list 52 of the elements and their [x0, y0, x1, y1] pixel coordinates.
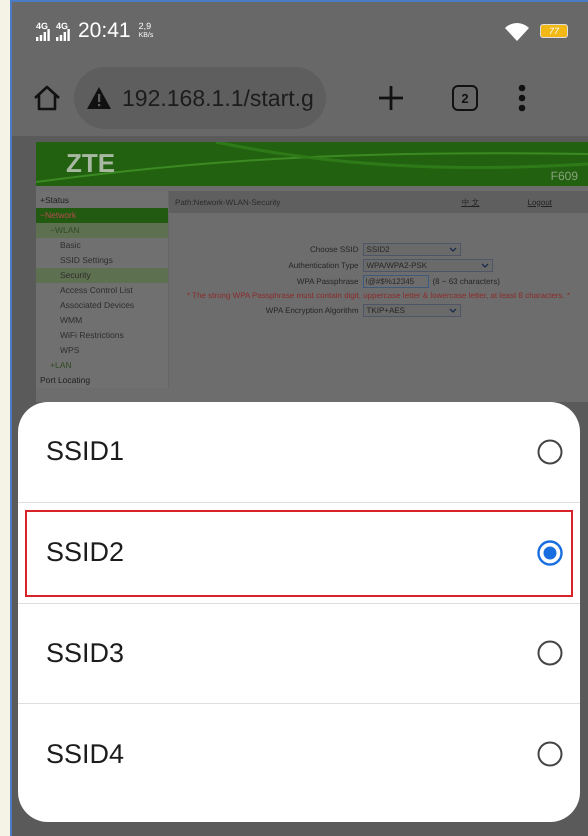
sidebar-item[interactable]: +LAN: [36, 358, 168, 373]
radio-icon[interactable]: [536, 639, 564, 668]
url-text: 192.168.1.1/start.g: [122, 84, 314, 112]
passphrase-field[interactable]: !@#$%12345: [362, 275, 428, 288]
sidebar-item[interactable]: Associated Devices: [36, 298, 168, 313]
language-link[interactable]: 中 文: [461, 196, 480, 208]
sidebar-item[interactable]: WPS: [36, 343, 168, 358]
dropdown-field[interactable]: TKIP+AES: [362, 304, 460, 317]
network-type-label: 4G: [36, 22, 48, 30]
ssid-option[interactable]: SSID4: [18, 704, 580, 822]
signal-icon: [36, 28, 50, 40]
sidebar-item[interactable]: SSID Settings: [36, 253, 168, 268]
radio-icon[interactable]: [536, 740, 564, 768]
brand-logo-text: ZTE: [66, 148, 116, 179]
speed-value: 2,9: [138, 22, 152, 32]
sidebar-item[interactable]: Basic: [36, 238, 168, 253]
logout-link[interactable]: Logout: [528, 198, 552, 206]
radio-icon[interactable]: [536, 438, 564, 466]
sidebar-item[interactable]: −Network: [36, 208, 168, 223]
signal-icon: [56, 28, 70, 40]
field-hint: (8 ~ 63 characters): [432, 277, 500, 286]
chevron-icon: [448, 247, 456, 252]
field-label: Choose SSID: [309, 245, 360, 254]
network-type-label: 4G: [56, 22, 68, 30]
sidebar-item[interactable]: Access Control List: [36, 283, 168, 298]
sidebar-item[interactable]: WiFi Restrictions: [36, 328, 168, 343]
ssid-option[interactable]: SSID3: [18, 604, 580, 704]
wifi-icon: [504, 21, 530, 41]
chevron-icon: [448, 308, 456, 313]
ssid-option[interactable]: SSID1: [18, 402, 580, 503]
sidebar-item[interactable]: Security: [36, 268, 168, 283]
new-tab-icon[interactable]: [378, 85, 404, 111]
radio-selected-icon[interactable]: [536, 538, 564, 567]
field-label: WPA Passphrase: [296, 277, 360, 286]
battery-level: 77: [548, 26, 559, 36]
sidebar-item[interactable]: Port Locating: [36, 373, 168, 388]
menu-icon[interactable]: [518, 84, 526, 112]
sidebar-item[interactable]: +Status: [36, 193, 168, 208]
field-label: Authentication Type: [287, 261, 360, 270]
home-icon[interactable]: [32, 84, 62, 112]
warning-text: * The strong WPA Passphrase must contain digit, uppercase letter & lowercase letter, at least 8 characters. *: [186, 291, 571, 301]
model-label: F609: [550, 169, 578, 183]
chevron-icon: [480, 263, 488, 268]
dropdown-field[interactable]: SSID2: [362, 243, 460, 256]
warning-icon: [86, 86, 112, 110]
clock-time: 20:41: [78, 19, 131, 43]
field-label: WPA Encryption Algorithm: [264, 306, 360, 315]
dropdown-field[interactable]: WPA/WPA2-PSK: [362, 259, 492, 272]
tab-switcher-button[interactable]: 2: [452, 85, 478, 111]
ssid-option[interactable]: SSID2: [18, 502, 580, 604]
sidebar-item[interactable]: WMM: [36, 313, 168, 328]
address-bar[interactable]: 192.168.1.1/start.g: [74, 67, 326, 129]
